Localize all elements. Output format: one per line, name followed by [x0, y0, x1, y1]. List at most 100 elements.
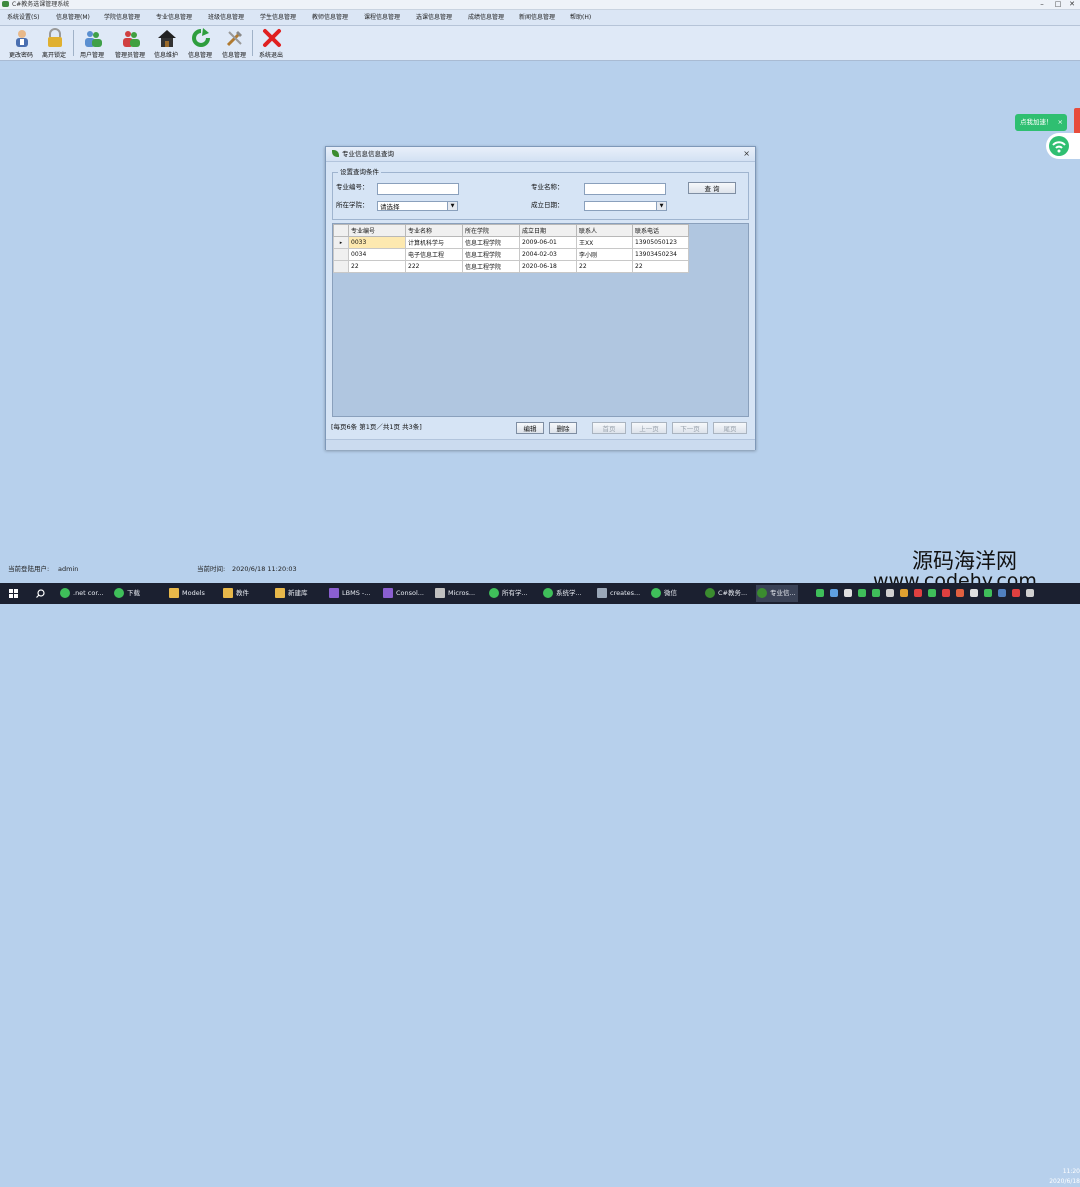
edit-button[interactable]: 编辑 — [516, 422, 544, 434]
taskbar-item[interactable]: 新建库 — [274, 585, 308, 602]
last-page-button[interactable]: 尾页 — [713, 422, 747, 434]
taskbar-item[interactable]: Consol... — [382, 585, 424, 602]
info-manage-button[interactable]: 信息管理 — [184, 27, 216, 59]
menu-news[interactable]: 新闻信息管理 — [519, 10, 555, 25]
minimize-button[interactable]: – — [1034, 0, 1050, 9]
table-cell[interactable]: 信息工程学院 — [462, 236, 520, 249]
tray-wifi-icon[interactable] — [816, 589, 824, 597]
tray-app-icon[interactable] — [858, 589, 866, 597]
col-header[interactable]: 专业名称 — [405, 224, 463, 237]
taskbar-item[interactable]: 教件 — [222, 585, 249, 602]
next-page-button[interactable]: 下一页 — [672, 422, 708, 434]
taskbar-item[interactable]: .net cor... — [59, 585, 104, 602]
col-header[interactable]: 联系电话 — [632, 224, 689, 237]
speed-up-button[interactable]: 点我加速！ × — [1015, 114, 1067, 131]
menu-info[interactable]: 信息管理(M) — [56, 10, 90, 25]
table-cell[interactable]: 22 — [348, 260, 406, 273]
menu-major[interactable]: 专业信息管理 — [156, 10, 192, 25]
taskbar-item[interactable]: Models — [168, 585, 205, 602]
menu-help[interactable]: 帮助(H) — [570, 10, 591, 25]
tray-app-icon[interactable] — [900, 589, 908, 597]
col-header[interactable]: 所在学院 — [462, 224, 520, 237]
table-cell[interactable]: 信息工程学院 — [462, 260, 520, 273]
tray-app-icon[interactable] — [998, 589, 1006, 597]
dialog-close-button[interactable]: × — [743, 147, 750, 161]
menu-teacher[interactable]: 教师信息管理 — [312, 10, 348, 25]
major-no-input[interactable] — [377, 183, 459, 195]
tray-app-icon[interactable] — [956, 589, 964, 597]
tray-volume-icon[interactable] — [1026, 589, 1034, 597]
tray-app-icon[interactable] — [830, 589, 838, 597]
taskbar-item[interactable]: creates... — [596, 585, 640, 602]
col-header[interactable]: 专业编号 — [348, 224, 406, 237]
col-header[interactable]: 成立日期 — [519, 224, 577, 237]
speed-up-close-icon[interactable]: × — [1058, 114, 1063, 131]
row-header[interactable] — [333, 260, 349, 273]
table-cell[interactable]: 0034 — [348, 248, 406, 261]
lock-button[interactable]: 离开锁定 — [38, 27, 70, 59]
taskbar-item[interactable]: 微信 — [650, 585, 677, 602]
table-cell[interactable]: 计算机科学与 — [405, 236, 463, 249]
table-cell[interactable]: 王XX — [576, 236, 633, 249]
table-cell[interactable]: 22 — [632, 260, 689, 273]
menu-selection[interactable]: 选课信息管理 — [416, 10, 452, 25]
table-cell[interactable]: 0033 — [348, 236, 406, 249]
windows-start-icon[interactable] — [9, 589, 18, 598]
table-row[interactable]: 22 222 信息工程学院 2020-06-18 22 22 — [333, 260, 689, 273]
table-row[interactable]: ▸ 0033 计算机科学与 信息工程学院 2009-06-01 王XX 1390… — [333, 236, 689, 249]
tray-app-icon[interactable] — [942, 589, 950, 597]
wifi-widget[interactable] — [1046, 133, 1080, 159]
search-icon[interactable] — [36, 589, 45, 598]
tray-app-icon[interactable] — [928, 589, 936, 597]
taskbar-item[interactable]: C#教务... — [704, 585, 747, 602]
exit-button[interactable]: 系统退出 — [255, 27, 287, 59]
side-tab[interactable] — [1074, 108, 1080, 134]
taskbar-item[interactable]: 下载 — [113, 585, 140, 602]
taskbar-item[interactable]: 所有学... — [488, 585, 528, 602]
tray-app-icon[interactable] — [872, 589, 880, 597]
taskbar-item-active[interactable]: 专业信... — [756, 585, 798, 602]
table-cell[interactable]: 13905050123 — [632, 236, 689, 249]
table-cell[interactable]: 2004-02-03 — [519, 248, 577, 261]
tray-app-icon[interactable] — [970, 589, 978, 597]
table-cell[interactable]: 电子信息工程 — [405, 248, 463, 261]
menu-system[interactable]: 系统设置(S) — [7, 10, 40, 25]
taskbar-item[interactable]: LBMS -... — [328, 585, 370, 602]
table-cell[interactable]: 2020-06-18 — [519, 260, 577, 273]
table-row[interactable]: 0034 电子信息工程 信息工程学院 2004-02-03 李小刚 139034… — [333, 248, 689, 261]
col-header[interactable]: 联系人 — [576, 224, 633, 237]
query-button[interactable]: 查 询 — [688, 182, 736, 194]
change-password-button[interactable]: 更改密码 — [5, 27, 37, 59]
first-page-button[interactable]: 首页 — [592, 422, 626, 434]
taskbar-item[interactable]: 系统学... — [542, 585, 582, 602]
menu-course[interactable]: 课程信息管理 — [364, 10, 400, 25]
taskbar-clock[interactable]: 11:20 2020/6/18 — [1040, 1167, 1080, 1187]
table-cell[interactable]: 信息工程学院 — [462, 248, 520, 261]
menu-student[interactable]: 学生信息管理 — [260, 10, 296, 25]
tray-app-icon[interactable] — [914, 589, 922, 597]
college-select[interactable]: 请选择 ▼ — [377, 201, 458, 211]
date-picker[interactable]: ▼ — [584, 201, 667, 211]
menu-class[interactable]: 班级信息管理 — [208, 10, 244, 25]
tray-app-icon[interactable] — [844, 589, 852, 597]
tray-app-icon[interactable] — [886, 589, 894, 597]
taskbar-item[interactable]: Micros... — [434, 585, 475, 602]
info-maintain-button[interactable]: 信息维护 — [150, 27, 182, 59]
major-name-input[interactable] — [584, 183, 666, 195]
table-cell[interactable]: 李小刚 — [576, 248, 633, 261]
close-window-button[interactable]: ✕ — [1064, 0, 1080, 9]
prev-page-button[interactable]: 上一页 — [631, 422, 667, 434]
admin-manage-button[interactable]: 管理员管理 — [114, 27, 146, 59]
table-cell[interactable]: 2009-06-01 — [519, 236, 577, 249]
tray-app-icon[interactable] — [1012, 589, 1020, 597]
delete-button[interactable]: 删除 — [549, 422, 577, 434]
table-cell[interactable]: 222 — [405, 260, 463, 273]
menu-college[interactable]: 学院信息管理 — [104, 10, 140, 25]
menu-score[interactable]: 成绩信息管理 — [468, 10, 504, 25]
row-header[interactable] — [333, 248, 349, 261]
tray-app-icon[interactable] — [984, 589, 992, 597]
info-manage-2-button[interactable]: 信息管理 — [218, 27, 250, 59]
table-cell[interactable]: 22 — [576, 260, 633, 273]
table-cell[interactable]: 13903450234 — [632, 248, 689, 261]
user-manage-button[interactable]: 用户管理 — [76, 27, 108, 59]
